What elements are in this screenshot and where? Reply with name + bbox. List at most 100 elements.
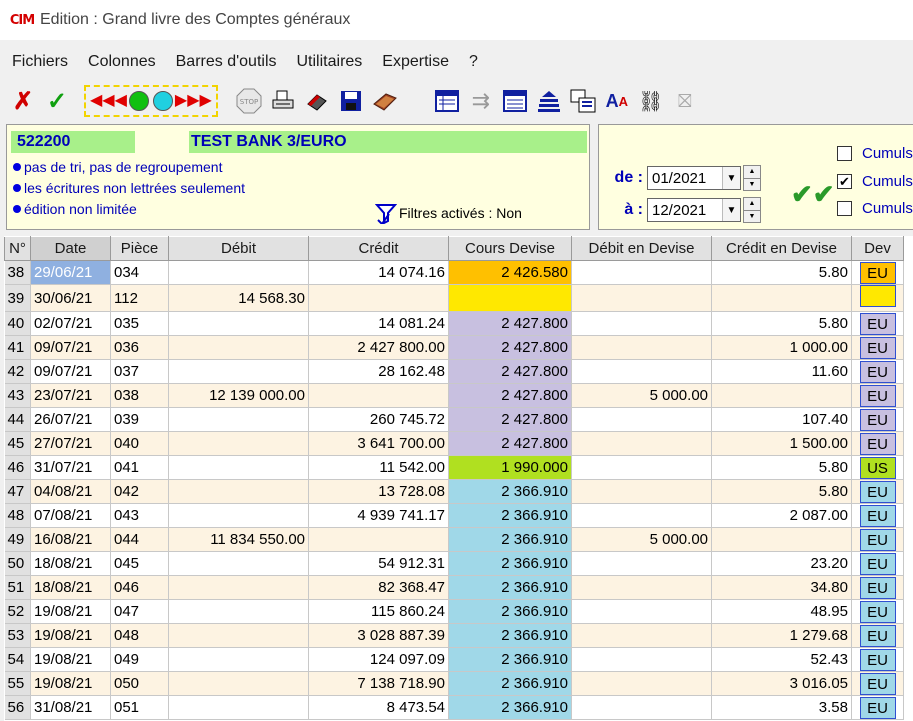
debit-cell[interactable] bbox=[168, 407, 309, 432]
debit-cell[interactable] bbox=[168, 311, 309, 336]
table-row[interactable]: 48 07/08/21 043 4 939 741.17 2 366.910 2 087.… bbox=[4, 503, 904, 528]
stop-icon[interactable]: STOP bbox=[232, 86, 266, 116]
last-record-icon[interactable]: ▶▶ bbox=[187, 93, 212, 109]
credit-cell[interactable]: 82 368.47 bbox=[308, 575, 449, 600]
rate-cell[interactable]: 2 366.910 bbox=[448, 623, 572, 648]
debit-devise-cell[interactable] bbox=[571, 647, 712, 672]
row-number[interactable]: 48 bbox=[4, 503, 31, 528]
debit-devise-cell[interactable] bbox=[571, 551, 712, 576]
col-header-dev[interactable]: Dev bbox=[851, 236, 904, 261]
save-icon[interactable] bbox=[334, 86, 368, 116]
credit-devise-cell[interactable]: 48.95 bbox=[711, 599, 852, 624]
credit-devise-cell[interactable]: 5.80 bbox=[711, 311, 852, 336]
piece-cell[interactable]: 039 bbox=[110, 407, 169, 432]
credit-devise-cell[interactable]: 3 016.05 bbox=[711, 671, 852, 696]
debit-cell[interactable] bbox=[168, 359, 309, 384]
debit-cell[interactable] bbox=[168, 260, 309, 285]
table-row[interactable]: 56 31/08/21 051 8 473.54 2 366.910 3.58 EU bbox=[4, 695, 904, 720]
menu-fichiers[interactable]: Fichiers bbox=[0, 53, 78, 71]
rate-cell[interactable]: 2 366.910 bbox=[448, 479, 572, 504]
date-cell[interactable]: 04/08/21 bbox=[30, 479, 111, 504]
date-cell[interactable]: 23/07/21 bbox=[30, 383, 111, 408]
piece-cell[interactable]: 044 bbox=[110, 527, 169, 552]
debit-devise-cell[interactable] bbox=[571, 311, 712, 336]
dev-cell[interactable]: EU bbox=[851, 575, 904, 600]
col-header-number[interactable]: N° bbox=[4, 236, 31, 261]
table-row[interactable]: 44 26/07/21 039 260 745.72 2 427.800 107.40 EU bbox=[4, 407, 904, 432]
ledger-grid[interactable]: N° Date Pièce Débit Crédit Cours Devise … bbox=[4, 236, 913, 721]
piece-cell[interactable]: 112 bbox=[110, 284, 169, 312]
rate-cell[interactable]: 2 366.910 bbox=[448, 599, 572, 624]
credit-devise-cell[interactable]: 5.80 bbox=[711, 479, 852, 504]
col-header-date[interactable]: Date bbox=[30, 236, 111, 261]
debit-devise-cell[interactable] bbox=[571, 359, 712, 384]
credit-cell[interactable] bbox=[308, 383, 449, 408]
dev-cell[interactable]: EU bbox=[851, 407, 904, 432]
piece-cell[interactable]: 048 bbox=[110, 623, 169, 648]
rate-cell[interactable]: 2 427.800 bbox=[448, 431, 572, 456]
debit-cell[interactable] bbox=[168, 479, 309, 504]
credit-cell[interactable]: 14 074.16 bbox=[308, 260, 449, 285]
credit-cell[interactable]: 14 081.24 bbox=[308, 311, 449, 336]
row-number[interactable]: 49 bbox=[4, 527, 31, 552]
debit-devise-cell[interactable] bbox=[571, 503, 712, 528]
debit-cell[interactable]: 11 834 550.00 bbox=[168, 527, 309, 552]
date-cell[interactable]: 18/08/21 bbox=[30, 551, 111, 576]
menu-help[interactable]: ? bbox=[459, 53, 488, 71]
debit-devise-cell[interactable] bbox=[571, 455, 712, 480]
dev-cell[interactable]: EU bbox=[851, 431, 904, 456]
piece-cell[interactable]: 050 bbox=[110, 671, 169, 696]
credit-devise-cell[interactable]: 3.58 bbox=[711, 695, 852, 720]
row-number[interactable]: 51 bbox=[4, 575, 31, 600]
row-number[interactable]: 47 bbox=[4, 479, 31, 504]
spin-down-icon[interactable]: ▼ bbox=[744, 179, 760, 191]
table-row[interactable]: 42 09/07/21 037 28 162.48 2 427.800 11.60 EU bbox=[4, 359, 904, 384]
date-cell[interactable]: 19/08/21 bbox=[30, 599, 111, 624]
debit-devise-cell[interactable]: 5 000.00 bbox=[571, 383, 712, 408]
filter-icon[interactable] bbox=[373, 201, 399, 225]
col-header-rate[interactable]: Cours Devise bbox=[448, 236, 572, 261]
piece-cell[interactable]: 038 bbox=[110, 383, 169, 408]
debit-devise-cell[interactable] bbox=[571, 407, 712, 432]
cumuls-checkbox-1[interactable] bbox=[837, 146, 852, 161]
debit-cell[interactable]: 12 139 000.00 bbox=[168, 383, 309, 408]
credit-devise-cell[interactable]: 11.60 bbox=[711, 359, 852, 384]
menu-expertise[interactable]: Expertise bbox=[372, 53, 459, 71]
row-number[interactable]: 52 bbox=[4, 599, 31, 624]
exit-icon[interactable]: ⛝ bbox=[668, 86, 702, 116]
apply-period-icon[interactable]: ✔✔ bbox=[791, 179, 835, 210]
rate-cell[interactable]: 2 427.800 bbox=[448, 359, 572, 384]
rate-cell[interactable]: 2 427.800 bbox=[448, 335, 572, 360]
green-record-icon[interactable] bbox=[128, 91, 149, 111]
table-row[interactable]: 40 02/07/21 035 14 081.24 2 427.800 5.80 EU bbox=[4, 311, 904, 336]
chevron-down-icon[interactable]: ▼ bbox=[722, 167, 740, 189]
export-icon[interactable]: ⇉ bbox=[464, 86, 498, 116]
credit-devise-cell[interactable]: 5.80 bbox=[711, 455, 852, 480]
debit-cell[interactable] bbox=[168, 575, 309, 600]
date-cell[interactable]: 07/08/21 bbox=[30, 503, 111, 528]
font-icon[interactable]: AA bbox=[600, 86, 634, 116]
period-to-select[interactable]: 12/2021 ▼ bbox=[647, 198, 741, 222]
dev-cell[interactable]: EU bbox=[851, 527, 904, 552]
debit-devise-cell[interactable] bbox=[571, 623, 712, 648]
credit-cell[interactable]: 2 427 800.00 bbox=[308, 335, 449, 360]
rate-cell[interactable] bbox=[448, 284, 572, 312]
columns-icon[interactable] bbox=[430, 86, 464, 116]
date-cell[interactable]: 19/08/21 bbox=[30, 671, 111, 696]
row-number[interactable]: 41 bbox=[4, 335, 31, 360]
row-number[interactable]: 53 bbox=[4, 623, 31, 648]
next-record-icon[interactable]: ▶ bbox=[175, 93, 187, 109]
row-number[interactable]: 38 bbox=[4, 260, 31, 285]
credit-cell[interactable]: 7 138 718.90 bbox=[308, 671, 449, 696]
cancel-icon[interactable]: ✗ bbox=[6, 86, 40, 116]
debit-cell[interactable] bbox=[168, 671, 309, 696]
table-row[interactable]: 51 18/08/21 046 82 368.47 2 366.910 34.80 EU bbox=[4, 575, 904, 600]
first-record-icon[interactable]: ◀◀ bbox=[90, 93, 115, 109]
menu-colonnes[interactable]: Colonnes bbox=[78, 53, 166, 71]
dev-cell[interactable]: EU bbox=[851, 479, 904, 504]
debit-cell[interactable] bbox=[168, 695, 309, 720]
cumuls-option-2[interactable]: ✔ Cumuls bbox=[837, 173, 913, 190]
dev-cell[interactable]: EU bbox=[851, 551, 904, 576]
rate-cell[interactable]: 2 426.580 bbox=[448, 260, 572, 285]
piece-cell[interactable]: 035 bbox=[110, 311, 169, 336]
